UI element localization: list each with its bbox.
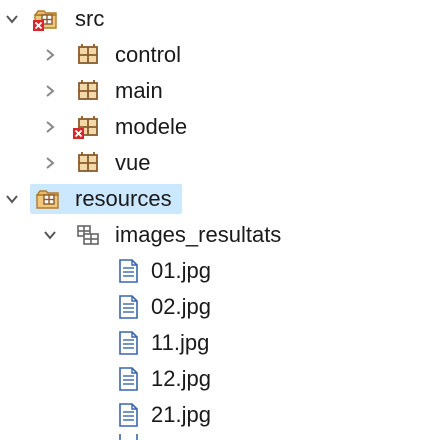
package-icon	[74, 149, 102, 177]
chevron-right-icon[interactable]	[40, 45, 60, 65]
chevron-down-icon[interactable]	[2, 9, 22, 29]
source-folder-icon	[34, 185, 62, 213]
file-icon	[114, 365, 142, 393]
tree-item-label: 01.jpg	[151, 258, 211, 283]
tree-item-label: vue	[115, 150, 151, 175]
package-icon	[74, 41, 102, 69]
source-folder-error-icon	[32, 5, 60, 33]
project-explorer-tree: src control main modele vue resources im…	[0, 0, 430, 440]
chevron-down-icon[interactable]	[2, 189, 22, 209]
chevron-right-icon[interactable]	[40, 81, 60, 101]
file-icon	[114, 293, 142, 321]
file-icon	[114, 434, 142, 440]
tree-item-label: modele	[115, 114, 188, 139]
package-error-icon	[72, 113, 100, 141]
tree-item-label: control	[115, 42, 182, 67]
tree-item-label: resources	[75, 186, 172, 211]
package-icon	[74, 77, 102, 105]
tree-item-label: src	[75, 6, 105, 31]
chevron-right-icon[interactable]	[40, 153, 60, 173]
tree-item-label: images_resultats	[115, 222, 282, 247]
tree-item-label: 02.jpg	[151, 294, 211, 319]
file-icon	[114, 257, 142, 285]
chevron-right-icon[interactable]	[40, 117, 60, 137]
tree-item-label: main	[115, 78, 163, 103]
file-icon	[114, 401, 142, 429]
chevron-down-icon[interactable]	[40, 225, 60, 245]
file-icon	[114, 329, 142, 357]
tree-item-label: 12.jpg	[151, 366, 211, 391]
tree-item-label: 11.jpg	[151, 330, 210, 355]
tree-item-label: 21.jpg	[151, 402, 211, 427]
folder-package-icon	[74, 221, 102, 249]
